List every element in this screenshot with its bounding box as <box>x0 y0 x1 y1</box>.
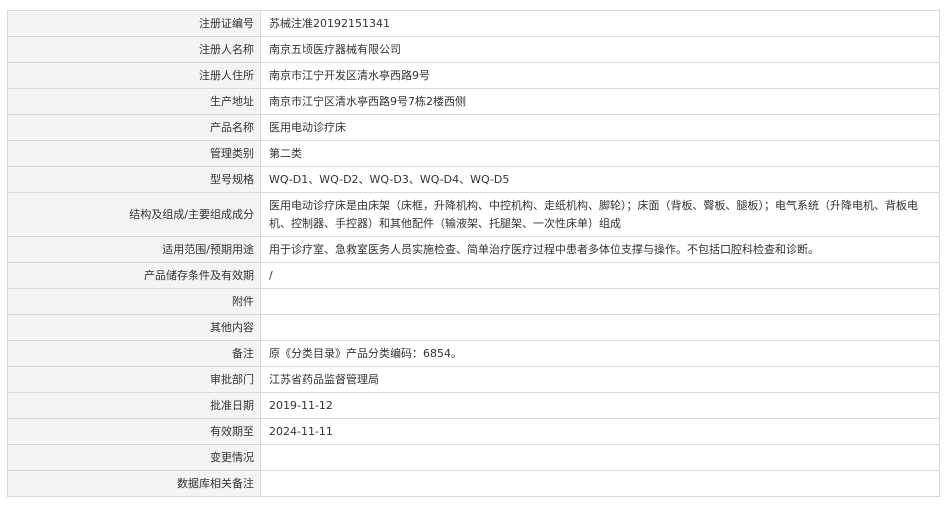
row-label: 管理类别 <box>7 140 261 167</box>
row-value: 医用电动诊疗床是由床架（床框，升降机构、中控机构、走纸机构、脚轮）；床面（背板、… <box>260 192 940 237</box>
row-value: 第二类 <box>260 140 940 167</box>
row-value: 苏械注准20192151341 <box>260 10 940 37</box>
row-label: 附件 <box>7 288 261 315</box>
row-label: 备注 <box>7 340 261 367</box>
row-value: 南京五顷医疗器械有限公司 <box>260 36 940 63</box>
row-value: / <box>260 262 940 289</box>
row-label: 型号规格 <box>7 166 261 193</box>
row-label: 产品储存条件及有效期 <box>7 262 261 289</box>
table-row-storage: 产品储存条件及有效期 / <box>7 262 940 289</box>
row-value: 南京市江宁区清水亭西路9号7栋2楼西侧 <box>260 88 940 115</box>
row-value: 2024-11-11 <box>260 418 940 445</box>
row-label: 批准日期 <box>7 392 261 419</box>
table-row-reg-no: 注册证编号 苏械注准20192151341 <box>7 10 940 37</box>
row-value: 南京市江宁开发区清水亭西路9号 <box>260 62 940 89</box>
table-row-category: 管理类别 第二类 <box>7 140 940 167</box>
row-value: 医用电动诊疗床 <box>260 114 940 141</box>
table-row-structure: 结构及组成/主要组成成分 医用电动诊疗床是由床架（床框，升降机构、中控机构、走纸… <box>7 192 940 237</box>
row-label: 数据库相关备注 <box>7 470 261 497</box>
registration-detail-table: 注册证编号 苏械注准20192151341 注册人名称 南京五顷医疗器械有限公司… <box>7 10 940 497</box>
table-row-approval-date: 批准日期 2019-11-12 <box>7 392 940 419</box>
row-value: 原《分类目录》产品分类编码：6854。 <box>260 340 940 367</box>
row-label: 注册证编号 <box>7 10 261 37</box>
table-row-model: 型号规格 WQ-D1、WQ-D2、WQ-D3、WQ-D4、WQ-D5 <box>7 166 940 193</box>
row-label: 审批部门 <box>7 366 261 393</box>
table-row-product-name: 产品名称 医用电动诊疗床 <box>7 114 940 141</box>
row-value <box>260 444 940 471</box>
row-label: 有效期至 <box>7 418 261 445</box>
table-row-remark: 备注 原《分类目录》产品分类编码：6854。 <box>7 340 940 367</box>
row-value: 2019-11-12 <box>260 392 940 419</box>
row-label: 适用范围/预期用途 <box>7 236 261 263</box>
table-row-attachment: 附件 <box>7 288 940 315</box>
row-label: 产品名称 <box>7 114 261 141</box>
row-value: 江苏省药品监督管理局 <box>260 366 940 393</box>
row-label: 其他内容 <box>7 314 261 341</box>
row-value <box>260 314 940 341</box>
table-row-registrant-address: 注册人住所 南京市江宁开发区清水亭西路9号 <box>7 62 940 89</box>
row-label: 变更情况 <box>7 444 261 471</box>
table-row-valid-until: 有效期至 2024-11-11 <box>7 418 940 445</box>
table-row-other: 其他内容 <box>7 314 940 341</box>
row-label: 结构及组成/主要组成成分 <box>7 192 261 237</box>
table-row-approval-dept: 审批部门 江苏省药品监督管理局 <box>7 366 940 393</box>
table-row-db-remark: 数据库相关备注 <box>7 470 940 497</box>
table-row-scope: 适用范围/预期用途 用于诊疗室、急救室医务人员实施检查、简单治疗医疗过程中患者多… <box>7 236 940 263</box>
row-value: 用于诊疗室、急救室医务人员实施检查、简单治疗医疗过程中患者多体位支撑与操作。不包… <box>260 236 940 263</box>
row-label: 注册人住所 <box>7 62 261 89</box>
row-value <box>260 470 940 497</box>
table-row-production-address: 生产地址 南京市江宁区清水亭西路9号7栋2楼西侧 <box>7 88 940 115</box>
table-row-registrant: 注册人名称 南京五顷医疗器械有限公司 <box>7 36 940 63</box>
row-label: 注册人名称 <box>7 36 261 63</box>
row-value <box>260 288 940 315</box>
table-row-changes: 变更情况 <box>7 444 940 471</box>
row-value: WQ-D1、WQ-D2、WQ-D3、WQ-D4、WQ-D5 <box>260 166 940 193</box>
row-label: 生产地址 <box>7 88 261 115</box>
